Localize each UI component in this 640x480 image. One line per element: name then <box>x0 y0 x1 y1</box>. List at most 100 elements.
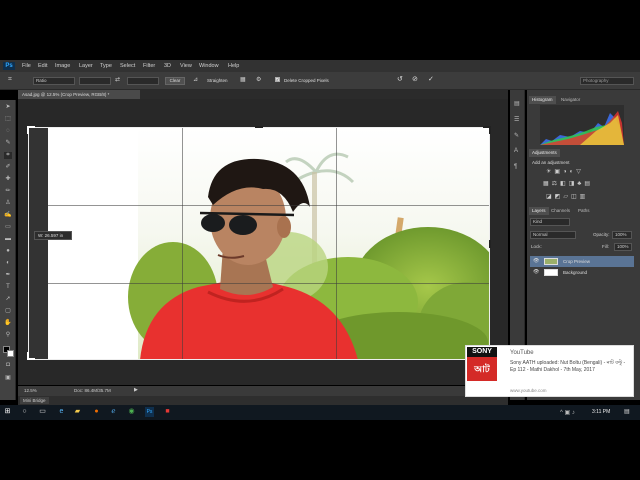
mini-bridge-tab[interactable]: Mini Bridge <box>20 397 49 404</box>
opacity-label: Opacity: <box>593 232 610 237</box>
layer-row-crop-preview[interactable]: 👁 Crop Preview <box>530 256 634 267</box>
tab-paths[interactable]: Paths <box>575 207 593 215</box>
blend-mode-select[interactable]: Normal <box>530 231 576 239</box>
menu-window[interactable]: Window <box>199 62 219 70</box>
marquee-tool-icon[interactable]: ⬚ <box>4 116 12 123</box>
sony-aath-logo: SONY আট <box>467 347 497 381</box>
menu-layer[interactable]: Layer <box>79 62 93 70</box>
notification-title: YouTube <box>510 350 534 356</box>
start-icon[interactable]: ⊞ <box>3 407 12 417</box>
document-tab[interactable]: Asad.jpg @ 12.5% (Crop Preview, RGB/8) * <box>18 90 140 99</box>
menu-3d[interactable]: 3D <box>164 62 171 70</box>
workspace-select[interactable]: Photography <box>580 77 634 85</box>
path-select-tool-icon[interactable]: ➚ <box>4 296 12 303</box>
notification-url[interactable]: www.youtube.com <box>510 388 547 393</box>
height-field[interactable] <box>127 77 159 85</box>
clear-button[interactable]: Clear <box>165 77 185 85</box>
menu-image[interactable]: Image <box>55 62 70 70</box>
clock[interactable]: 3:11 PM <box>592 409 610 415</box>
crop-handle-top-right[interactable] <box>489 126 491 134</box>
task-view-icon[interactable]: ▭ <box>38 407 47 417</box>
crop-handle-bottom-left[interactable] <box>27 352 29 360</box>
crop-tool-icon[interactable]: ⌗ <box>4 152 12 159</box>
history-panel-icon[interactable]: ▤ <box>514 100 520 107</box>
crop-handle-right[interactable] <box>489 240 491 248</box>
adjustment-icons-row-1[interactable]: ☀▣◑◐▽ <box>546 168 584 175</box>
brush-panel-icon[interactable]: ✎ <box>514 132 519 139</box>
gradient-tool-icon[interactable]: ▬ <box>4 236 12 243</box>
straighten-label[interactable]: Straighten <box>207 78 228 83</box>
swap-icon[interactable]: ⇄ <box>115 76 120 83</box>
crop-tool-icon[interactable]: ⌗ <box>8 76 12 84</box>
commit-crop-icon[interactable]: ✓ <box>428 75 434 83</box>
character-panel-icon[interactable]: A <box>514 148 518 154</box>
layer-kind-filter[interactable]: Kind <box>530 218 570 226</box>
menu-select[interactable]: Select <box>120 62 135 70</box>
menu-help[interactable]: Help <box>228 62 239 70</box>
pen-tool-icon[interactable]: ✒ <box>4 272 12 279</box>
history-brush-icon[interactable]: ✍ <box>4 212 12 219</box>
healing-tool-icon[interactable]: ✚ <box>4 176 12 183</box>
overlay-grid-icon[interactable]: ▦ <box>240 76 246 83</box>
menu-filter[interactable]: Filter <box>143 62 155 70</box>
delete-cropped-checkbox[interactable]: ✓ <box>275 77 280 82</box>
file-explorer-icon[interactable]: ▰ <box>73 407 82 417</box>
blur-tool-icon[interactable]: ● <box>4 248 12 255</box>
fill-label: Fill: <box>602 244 609 249</box>
tray-icons[interactable]: ^ ▣ ♪ <box>560 409 575 416</box>
eyedropper-tool-icon[interactable]: ✐ <box>4 164 12 171</box>
settings-gear-icon[interactable]: ⚙ <box>256 76 261 83</box>
paragraph-panel-icon[interactable]: ¶ <box>514 164 517 170</box>
adjustment-icons-row-3[interactable]: ◪◩▱◫▥ <box>546 193 588 200</box>
tab-channels[interactable]: Channels <box>548 207 573 215</box>
crop-bounding-box[interactable] <box>28 127 490 360</box>
chrome-icon[interactable]: ◉ <box>127 407 136 417</box>
menu-view[interactable]: View <box>180 62 192 70</box>
properties-panel-icon[interactable]: ☰ <box>514 116 519 123</box>
tab-navigator[interactable]: Navigator <box>558 96 583 104</box>
opacity-field[interactable]: 100% <box>612 231 632 239</box>
tab-histogram[interactable]: Histogram <box>529 96 556 104</box>
screen-mode-icon[interactable]: ▣ <box>4 375 12 382</box>
layer-row-background[interactable]: 👁 Background <box>530 267 634 278</box>
tab-layers[interactable]: Layers <box>529 207 549 215</box>
background-color-swatch[interactable] <box>7 350 14 357</box>
menu-edit[interactable]: Edit <box>38 62 47 70</box>
visibility-eye-icon[interactable]: 👁 <box>533 267 539 278</box>
status-menu-arrow-icon[interactable]: ▶ <box>134 387 138 393</box>
photoshop-taskbar-icon[interactable]: Ps <box>145 407 154 417</box>
menu-type[interactable]: Type <box>100 62 112 70</box>
straighten-icon[interactable]: ⊿ <box>193 76 198 83</box>
eraser-tool-icon[interactable]: ▭ <box>4 224 12 231</box>
cancel-crop-icon[interactable]: ⊘ <box>412 75 418 83</box>
tab-adjustments[interactable]: Adjustments <box>529 149 560 157</box>
firefox-icon[interactable]: ● <box>92 407 101 417</box>
fill-field[interactable]: 100% <box>614 243 632 251</box>
shape-tool-icon[interactable]: ▢ <box>4 308 12 315</box>
reset-icon[interactable]: ↺ <box>397 75 403 83</box>
width-field[interactable] <box>79 77 111 85</box>
edge-icon[interactable]: e <box>57 407 66 417</box>
brush-tool-icon[interactable]: ✏ <box>4 188 12 195</box>
search-icon[interactable]: ○ <box>20 407 29 417</box>
visibility-eye-icon[interactable]: 👁 <box>533 256 539 267</box>
ie-icon[interactable]: ℯ <box>109 407 118 417</box>
lasso-tool-icon[interactable]: ◌ <box>4 128 12 135</box>
move-tool-icon[interactable]: ➤ <box>4 104 12 111</box>
ratio-select[interactable]: Ratio <box>33 77 75 85</box>
type-tool-icon[interactable]: T <box>4 284 12 291</box>
notifications-icon[interactable]: ▤ <box>624 408 630 415</box>
dodge-tool-icon[interactable]: ◐ <box>4 260 12 267</box>
hand-tool-icon[interactable]: ✋ <box>4 320 12 327</box>
zoom-tool-icon[interactable]: ⚲ <box>4 332 12 339</box>
zoom-level[interactable]: 12.5% <box>24 388 37 393</box>
adjustment-icons-row-2[interactable]: ▦⚖◧◨♣▤ <box>543 180 593 187</box>
crop-handle-top[interactable] <box>255 126 263 128</box>
quick-mask-icon[interactable]: ◘ <box>4 362 12 369</box>
quick-select-tool-icon[interactable]: ✎ <box>4 140 12 147</box>
media-app-icon[interactable]: ■ <box>163 407 172 417</box>
crop-handle-top-left[interactable] <box>27 126 29 134</box>
add-adjustment-label: Add an adjustment <box>532 160 570 165</box>
stamp-tool-icon[interactable]: ♙ <box>4 200 12 207</box>
menu-file[interactable]: File <box>22 62 31 70</box>
